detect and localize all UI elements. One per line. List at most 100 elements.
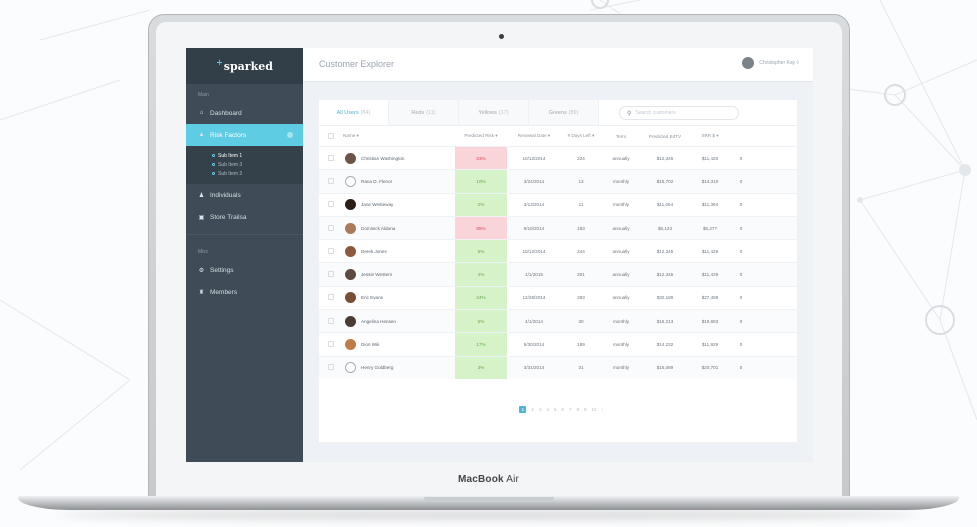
customer-name: Angelina Hensen (361, 318, 396, 324)
col-term[interactable]: Term (601, 134, 641, 139)
table-row[interactable]: Rana D. Flenor 10% 3/24/2014 13 monthly $15,7… (319, 169, 797, 193)
checkbox-icon (328, 247, 334, 254)
pager-page[interactable]: 1 (519, 406, 527, 413)
sidebar-item-settings[interactable]: ⚙ Settings (186, 259, 303, 281)
row-checkbox[interactable] (319, 177, 343, 185)
row-checkbox[interactable] (319, 364, 343, 371)
renewal-date: 12/28/2014 (522, 295, 546, 301)
row-checkbox[interactable] (319, 247, 343, 255)
term: monthly (612, 318, 630, 324)
col-name[interactable]: Name ▾ (343, 133, 455, 139)
table-row[interactable]: Christian Washington 63% 10/12/2014 224 annu… (319, 146, 797, 170)
tab-count: (84) (360, 110, 371, 116)
col-edtv[interactable]: Predicted EdTV (641, 134, 689, 139)
table-row[interactable]: Jane Westeway 2% 3/13/2014 11 monthly $11,054… (319, 192, 797, 216)
customer-cell[interactable]: Dominick Aldana (343, 222, 455, 234)
select-all-checkbox[interactable] (319, 132, 343, 140)
tab-yellows[interactable]: Yellows (17) (459, 100, 529, 125)
customer-name: Dominick Aldana (361, 225, 396, 231)
pager-next[interactable]: › (602, 407, 604, 412)
user-name: Christopher Kay ◊ (759, 60, 799, 66)
pager-page[interactable]: 9 (584, 407, 587, 412)
sidebar-item-risk-factors[interactable]: ▲ Risk Factors (186, 124, 303, 146)
sidebar-item-dashboard[interactable]: ⌂ Dashboard (186, 102, 303, 124)
sidebar-subitem-3[interactable]: Sub Item 3 (186, 160, 303, 169)
pager-page[interactable]: 8 (577, 407, 580, 412)
stage: + sparked Main ⌂ Dashboard ▲ Risk Factors S… (0, 0, 977, 527)
col-risk[interactable]: Predicted Risk ▾ (455, 126, 507, 146)
customer-card: All Users (84) Reds (11) Yellows (17) Green… (319, 100, 797, 442)
predicted-edtv: $32,189 (656, 295, 674, 301)
row-checkbox[interactable] (319, 154, 343, 162)
row-extra: 0 (739, 225, 743, 231)
pager-page[interactable]: 3 (539, 407, 542, 412)
table-row[interactable]: Angelina Hensen 6% 4/1/2014 30 monthly $16,21… (319, 309, 797, 333)
pager-page[interactable]: 4 (546, 407, 549, 412)
row-checkbox[interactable] (319, 224, 343, 232)
sidebar-divider (186, 234, 303, 235)
srr-value: $11,429 (701, 272, 719, 278)
table-row[interactable]: Dominick Aldana 85% 9/19/2014 183 annually $6… (319, 215, 797, 240)
search-input[interactable]: ⚲ Search customers (619, 106, 739, 120)
table-row[interactable]: Derek Jones 6% 10/12/2014 244 annually $12,34… (319, 239, 797, 263)
pager-prev[interactable]: ‹ (513, 407, 515, 412)
camera-icon (499, 34, 504, 39)
customer-cell[interactable]: Dion Wik (343, 339, 455, 351)
customer-cell[interactable]: Rana D. Flenor (343, 175, 455, 187)
col-renewal[interactable]: Renewal Date ▾ (507, 133, 561, 139)
user-icon: ♟ (198, 192, 205, 199)
customer-cell[interactable]: Jane Westeway (343, 199, 455, 211)
customer-avatar (345, 315, 356, 327)
customer-table: Name ▾ Predicted Risk ▾ Renewal Date ▾ #… (319, 126, 797, 379)
row-checkbox[interactable] (319, 317, 343, 325)
sidebar-subitem-1[interactable]: Sub Item 1 (186, 151, 303, 160)
table-row[interactable]: Jessie Western 4% 1/1/2015 301 annually $12,3… (319, 262, 797, 286)
renewal-date: 10/12/2014 (522, 248, 546, 254)
sidebar-subitem-2[interactable]: Sub Item 2 (186, 169, 303, 178)
renewal-date: 1/1/2015 (525, 272, 543, 278)
customer-cell[interactable]: Eric Evans (343, 292, 455, 304)
customer-cell[interactable]: Henry Goldberg (343, 362, 455, 374)
srr-value: $19,683 (701, 318, 719, 324)
days-left: 11 (578, 202, 584, 208)
sidebar-item-members[interactable]: ♜ Members (186, 281, 303, 303)
customer-cell[interactable]: Jessie Western (343, 269, 455, 281)
checkbox-icon (328, 224, 334, 231)
row-checkbox[interactable] (319, 201, 343, 208)
warning-icon: ▲ (198, 132, 205, 138)
table-row[interactable]: Henry Goldberg 3% 3/31/2014 31 monthly $15,08… (319, 355, 797, 379)
sidebar-item-label: Members (210, 288, 238, 296)
customer-cell[interactable]: Derek Jones (343, 245, 455, 257)
row-checkbox[interactable] (319, 271, 343, 278)
tab-greens[interactable]: Greens (89) (529, 100, 599, 125)
row-extra: 0 (739, 342, 743, 348)
pager-page[interactable]: 2 (531, 407, 534, 412)
user-menu[interactable]: Christopher Kay ◊ (742, 57, 799, 69)
table-row[interactable]: Eric Evans 24% 12/28/2014 283 annually $32,18… (319, 285, 797, 310)
row-checkbox[interactable] (319, 294, 343, 301)
pager-page[interactable]: 5 (554, 407, 557, 412)
col-days[interactable]: # Days Left ▾ (561, 133, 601, 139)
customer-cell[interactable]: Angelina Hensen (343, 315, 455, 327)
predicted-edtv: $16,213 (656, 318, 674, 324)
tab-reds[interactable]: Reds (11) (389, 100, 459, 125)
predicted-edtv: $12,345 (656, 155, 674, 161)
logo[interactable]: + sparked (186, 48, 303, 84)
days-left: 283 (577, 295, 585, 301)
sidebar-item-individuals[interactable]: ♟ Individuals (186, 184, 303, 206)
top-bar: Customer Explorer Christopher Kay ◊ (303, 48, 813, 82)
sidebar: + sparked Main ⌂ Dashboard ▲ Risk Factors S… (186, 48, 303, 462)
pager-page[interactable]: 6 (561, 407, 564, 412)
sidebar-item-store[interactable]: ▣ Store Trailsa (186, 206, 303, 228)
table-row[interactable]: Dion Wik 17% 6/30/2014 189 monthly $14,232 $11… (319, 332, 797, 356)
checkbox-icon (328, 364, 334, 371)
col-srr[interactable]: SRR $ ▾ (689, 133, 731, 139)
customer-cell[interactable]: Christian Washington (343, 152, 455, 164)
row-checkbox[interactable] (319, 341, 343, 348)
pager-page[interactable]: 10 (592, 407, 597, 412)
tab-all-users[interactable]: All Users (84) (319, 100, 389, 125)
sidebar-item-label: Settings (210, 266, 234, 274)
pager-page[interactable]: 7 (569, 407, 572, 412)
customer-name: Eric Evans (361, 295, 383, 301)
customer-avatar (345, 292, 356, 304)
